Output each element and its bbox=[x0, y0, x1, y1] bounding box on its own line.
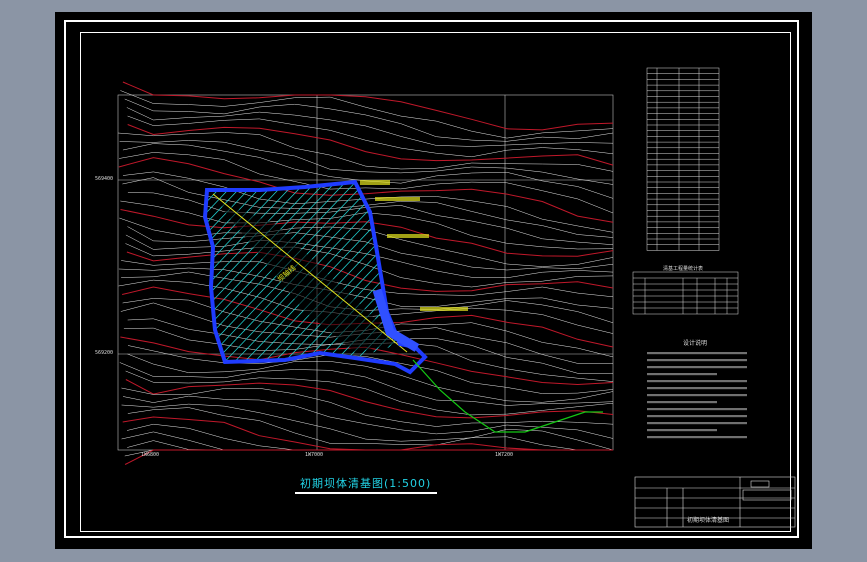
hatch-line bbox=[55, 172, 195, 372]
contour-line bbox=[120, 90, 614, 139]
note-line bbox=[647, 373, 717, 376]
hatch-line bbox=[405, 172, 595, 372]
note-line bbox=[647, 380, 747, 383]
contour-line bbox=[127, 115, 614, 158]
coordinate-table bbox=[646, 67, 720, 251]
note-line bbox=[647, 359, 747, 362]
grid-label-bottom-2: 1W7000 bbox=[305, 452, 323, 458]
grid-label-bottom-1: 1W6800 bbox=[141, 452, 159, 458]
grid-label-left-2: 569200 bbox=[95, 350, 113, 356]
contour-line bbox=[121, 260, 614, 298]
note-line bbox=[647, 408, 747, 411]
hatch-line bbox=[205, 182, 226, 362]
hatch-line bbox=[205, 182, 356, 362]
hatch-line bbox=[205, 182, 276, 362]
hatch-line bbox=[205, 182, 206, 362]
hatch-line bbox=[465, 172, 655, 372]
grid-label-bottom-3: 1W7200 bbox=[495, 452, 513, 458]
contour-line bbox=[125, 243, 614, 288]
note-line bbox=[647, 401, 717, 404]
hatch-line bbox=[435, 172, 625, 372]
design-notes bbox=[647, 352, 747, 439]
note-line bbox=[647, 366, 747, 369]
contour-line bbox=[121, 431, 613, 451]
contour-line bbox=[119, 362, 614, 406]
contour-line bbox=[126, 423, 613, 451]
contour-line bbox=[127, 124, 614, 166]
drawing-title-underline bbox=[295, 492, 437, 494]
note-line bbox=[647, 429, 717, 432]
contour-line bbox=[121, 387, 614, 427]
note-line bbox=[647, 394, 747, 397]
contour-line bbox=[124, 98, 614, 142]
hatch-line bbox=[205, 182, 216, 362]
contour-line bbox=[118, 267, 614, 309]
notes-title: 设计说明 bbox=[683, 339, 707, 347]
note-line bbox=[647, 436, 747, 439]
contour-line bbox=[124, 449, 613, 457]
drawing-title: 初期坝体清基图(1:500) bbox=[300, 477, 432, 490]
contour-line bbox=[126, 107, 614, 147]
note-line bbox=[647, 387, 747, 390]
dam-plan-drawing: 坝轴线 569400 569200 1W6800 1W7000 1W7200 清… bbox=[55, 67, 796, 528]
contour-line bbox=[124, 449, 613, 465]
grid-label-left-1: 569400 bbox=[95, 176, 113, 182]
cad-viewport[interactable]: 坝轴线 569400 569200 1W6800 1W7000 1W7200 清… bbox=[55, 12, 812, 549]
note-line bbox=[647, 422, 747, 425]
contour-line bbox=[127, 226, 614, 271]
quantity-table-title: 清基工程量统计表 bbox=[663, 265, 703, 272]
note-line bbox=[647, 352, 747, 355]
titleblock-drawing-name: 初期坝体清基图 bbox=[687, 516, 729, 524]
contour-line bbox=[125, 379, 614, 419]
contour-lines bbox=[118, 81, 614, 465]
hatch-line bbox=[205, 182, 256, 362]
contour-line bbox=[119, 140, 614, 185]
contour-line bbox=[122, 416, 613, 451]
access-road bbox=[412, 359, 603, 433]
note-line bbox=[647, 415, 747, 418]
hatch-line bbox=[55, 172, 185, 372]
contour-line bbox=[127, 440, 613, 451]
quantity-table bbox=[632, 271, 739, 315]
